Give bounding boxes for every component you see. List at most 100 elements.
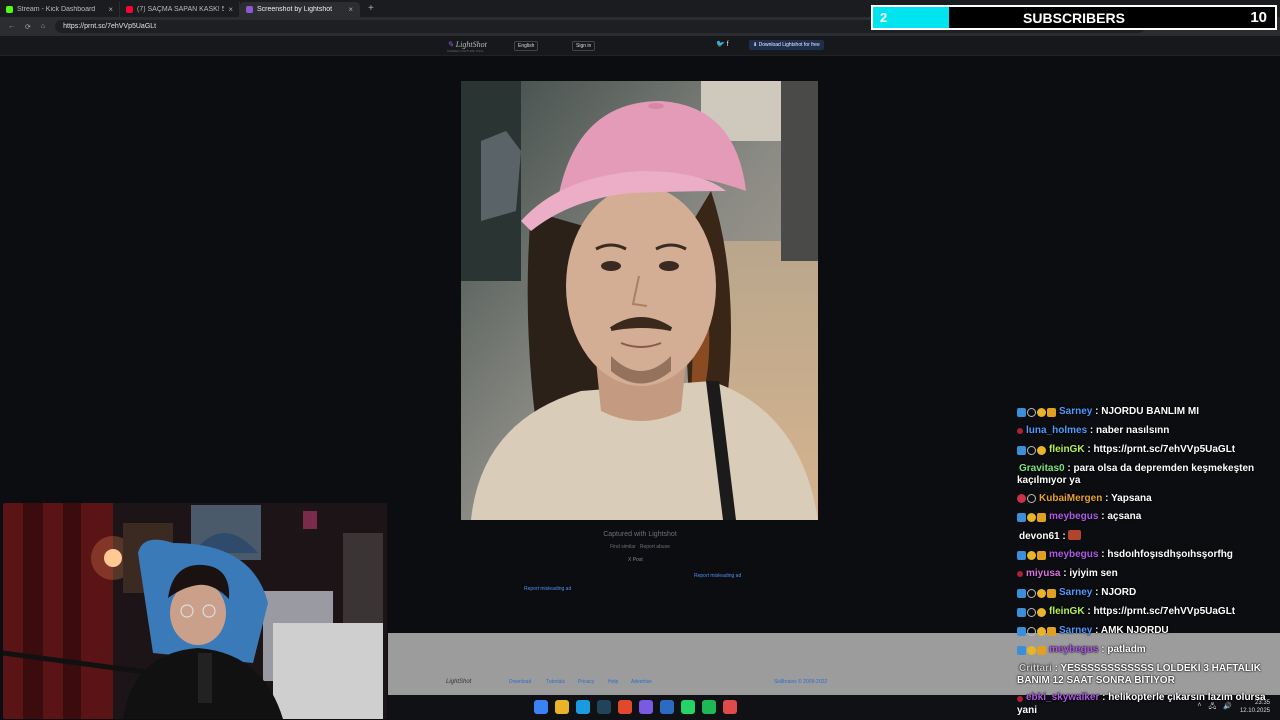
taskbar-app-icon[interactable] [618, 700, 632, 714]
sign-in-button[interactable]: Sign in [572, 41, 596, 51]
home-icon[interactable]: ⌂ [41, 23, 45, 30]
tab-favicon-icon [126, 6, 133, 13]
chat-username[interactable]: meybegus [1049, 644, 1098, 655]
chat-username[interactable]: devon61 [1019, 531, 1060, 542]
facebook-icon[interactable]: f [727, 41, 729, 48]
screenshot-image[interactable] [461, 81, 818, 520]
chat-badges [1017, 588, 1057, 600]
footer-link-download[interactable]: Download [509, 679, 531, 685]
report-ad-link-right[interactable]: Report misleading ad [694, 573, 741, 579]
close-tab-icon[interactable]: × [228, 5, 233, 14]
reload-icon[interactable]: ⟳ [25, 23, 31, 31]
footer-link-tutorials[interactable]: Tutorials [546, 679, 565, 685]
chat-message: KubaiMergen : Yapsana [1017, 493, 1267, 506]
download-button[interactable]: ⬇ Download Lightshot for free [749, 40, 824, 50]
chat-badge-icon [1037, 407, 1046, 417]
chat-text: açsana [1107, 511, 1142, 523]
footer-link-help[interactable]: Help [608, 679, 618, 685]
x-post-button[interactable]: X Post [628, 557, 643, 563]
browser-tab[interactable]: Stream - Kick Dashboard × [0, 2, 120, 17]
chat-separator: : [1092, 406, 1102, 417]
taskbar-app-icon[interactable] [576, 700, 590, 714]
chat-badges [1017, 626, 1057, 638]
selfie-photo [461, 81, 818, 520]
chat-text: NJORDU BANLIM MI [1101, 406, 1200, 417]
chat-message: meybegus : hsdoıhfoşısdhşoıhsşorfhg [1017, 549, 1267, 562]
chat-separator: : [1092, 624, 1101, 636]
chat-badges [1017, 550, 1047, 562]
back-icon[interactable]: ← [8, 23, 15, 30]
taskbar-app-icon[interactable] [702, 700, 716, 714]
browser-tab[interactable]: (7) SAÇMA SAPAN KASK! 5Siden...× [120, 2, 240, 17]
taskbar-app-icon[interactable] [534, 700, 548, 714]
browser-tab[interactable]: Screenshot by Lightshot × [240, 2, 360, 17]
find-similar-link[interactable]: Find similar [610, 544, 636, 550]
chat-username[interactable]: Sarney [1059, 625, 1092, 636]
taskbar-app-icon[interactable] [723, 700, 737, 714]
chat-badges [1017, 494, 1037, 506]
chat-username[interactable]: ebki_skywalker [1026, 692, 1099, 703]
tab-title: Screenshot by Lightshot [257, 6, 333, 13]
chat-separator: : [1099, 692, 1109, 704]
taskbar-apps [534, 700, 737, 714]
chat-username[interactable]: luna_holmes [1026, 425, 1087, 436]
chat-badge-icon [1017, 571, 1023, 578]
chat-username[interactable]: KubaiMergen [1039, 493, 1102, 504]
chat-text: hsdoıhfoşısdhşoıhsşorfhg [1107, 549, 1233, 561]
chat-badge-icon [1027, 445, 1036, 455]
chat-badge-icon [1017, 607, 1026, 617]
subscriber-goal-bar: SUBSCRIBERS 2 10 [871, 5, 1277, 30]
new-tab-button[interactable]: + [360, 2, 382, 17]
footer-link-advertise[interactable]: Advertise [631, 679, 652, 685]
chat-badge-icon [1017, 626, 1026, 636]
chat-badges [1017, 607, 1047, 619]
chat-badge-icon [1017, 407, 1026, 417]
close-tab-icon[interactable]: × [108, 5, 113, 14]
chat-badge-icon [1047, 626, 1056, 636]
lightshot-logo[interactable]: ✎ LightShot SCREEN CAPTURE TOOL [447, 40, 487, 53]
subscriber-goal-target: 10 [1250, 9, 1267, 26]
chat-badges [1017, 693, 1024, 705]
chat-text: naber nasılsınn [1096, 424, 1170, 436]
chat-username[interactable]: meybegus [1049, 549, 1098, 560]
chat-username[interactable]: miyusa [1026, 568, 1060, 579]
taskbar-app-icon[interactable] [681, 700, 695, 714]
twitter-icon[interactable]: 🐦 [716, 41, 725, 48]
chat-badge-icon [1017, 445, 1026, 455]
footer-link-privacy[interactable]: Privacy [578, 679, 594, 685]
chat-message: fleinGK : https://prnt.sc/7ehVVp5UaGLt [1017, 606, 1267, 619]
chat-message: Crittari : YESSSSSSSSSSSS LOLDEKİ 3 HAFT… [1017, 663, 1267, 687]
taskbar-app-icon[interactable] [660, 700, 674, 714]
taskbar-app-icon[interactable] [597, 700, 611, 714]
feather-icon: ✎ [447, 40, 454, 49]
chat-username[interactable]: Crittari [1019, 663, 1052, 674]
chat-badge-icon [1027, 407, 1036, 417]
chat-badge-icon [1037, 551, 1046, 561]
tab-title: (7) SAÇMA SAPAN KASK! 5Siden... [137, 6, 225, 13]
chat-username[interactable]: Gravitas0 [1019, 463, 1065, 474]
report-abuse-link[interactable]: Report abuse [640, 544, 670, 550]
chat-overlay: Sarney : NJORDU BANLIM MI luna_holmes : n… [1017, 406, 1267, 720]
lightshot-footer: LightShot Download Tutorials Privacy Hel… [388, 676, 888, 690]
tab-favicon-icon [246, 6, 253, 13]
webcam-overlay [3, 503, 387, 719]
chat-badge-icon [1027, 607, 1036, 617]
language-select[interactable]: English [514, 41, 539, 51]
taskbar-app-icon[interactable] [639, 700, 653, 714]
chat-message: devon61 : [1017, 530, 1267, 543]
chat-badge-icon [1017, 645, 1026, 655]
chat-username[interactable]: meybegus [1049, 511, 1098, 522]
chat-username[interactable]: Sarney [1059, 406, 1092, 417]
taskbar-app-icon[interactable] [555, 700, 569, 714]
chat-message: Gravitas0 : para olsa da depremden keşme… [1017, 463, 1267, 487]
chat-username[interactable]: fleinGK [1049, 606, 1085, 617]
subscriber-goal-current: 2 [880, 10, 888, 25]
chat-username[interactable]: fleinGK [1049, 444, 1085, 455]
chat-separator: : [1059, 531, 1069, 543]
chat-message: luna_holmes : naber nasılsınn [1017, 425, 1267, 438]
close-tab-icon[interactable]: × [348, 5, 353, 14]
footer-logo[interactable]: LightShot [446, 679, 471, 685]
chat-badges [1017, 645, 1047, 657]
report-ad-link-left[interactable]: Report misleading ad [524, 586, 571, 592]
chat-username[interactable]: Sarney [1059, 587, 1092, 598]
